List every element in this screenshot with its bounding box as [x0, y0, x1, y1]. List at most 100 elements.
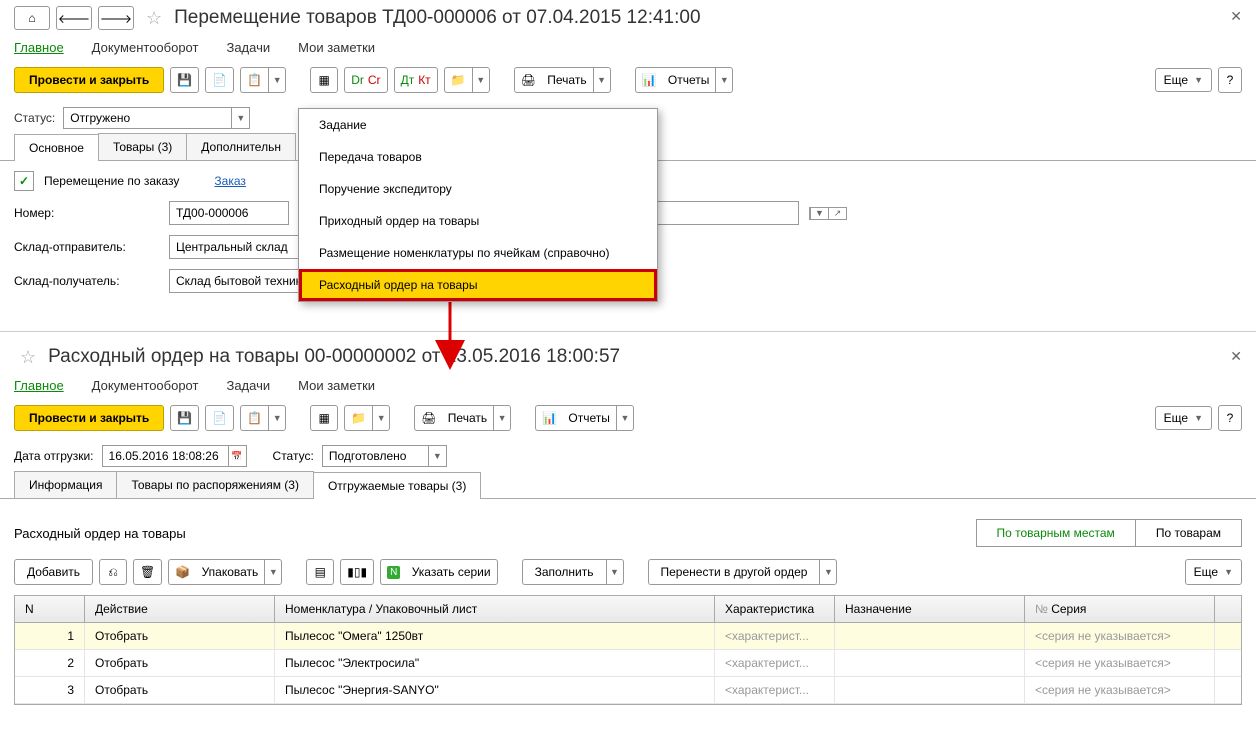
series-button[interactable]: N Указать серии: [380, 559, 497, 585]
favorite-icon[interactable]: ☆: [146, 8, 162, 29]
barcode-button[interactable]: ▮▯▮: [340, 559, 374, 585]
order-link[interactable]: Заказ: [214, 174, 245, 188]
doc-tab-info[interactable]: Информация: [14, 471, 117, 498]
tab-notes[interactable]: Мои заметки: [298, 40, 375, 55]
by-order-checkbox[interactable]: ✓: [14, 171, 34, 191]
save-button-2[interactable]: 💾: [170, 405, 199, 431]
reports-dropdown-2[interactable]: ▼: [616, 405, 634, 431]
files-dropdown-2[interactable]: ▼: [372, 405, 390, 431]
reports-button-2[interactable]: 📊 Отчеты: [535, 405, 616, 431]
tab-tasks[interactable]: Задачи: [226, 40, 270, 55]
more-button[interactable]: Еще▼: [1155, 68, 1212, 92]
menu-item-receipt-order[interactable]: Приходный ордер на товары: [299, 205, 657, 237]
list-button[interactable]: ▤: [306, 559, 334, 585]
trash-icon: 🗑: [140, 565, 155, 579]
doc-tab-extra[interactable]: Дополнительн: [186, 133, 296, 160]
barcode-icon: ▮▯▮: [347, 565, 367, 579]
tab-main-2[interactable]: Главное: [14, 378, 64, 393]
col-characteristic[interactable]: Характеристика: [715, 596, 835, 622]
save-button[interactable]: 💾: [170, 67, 199, 93]
table-row[interactable]: 2 Отобрать Пылесос "Электросила" <характ…: [15, 650, 1241, 677]
drcr-button[interactable]: DrCr: [344, 67, 387, 93]
ship-date-input[interactable]: 📅: [102, 445, 247, 467]
menu-item-task[interactable]: Задание: [299, 109, 657, 141]
home-button[interactable]: ⌂: [14, 6, 50, 30]
col-series[interactable]: № Серия: [1025, 596, 1215, 622]
chart-icon: 📊: [542, 411, 557, 425]
doc-tab-main[interactable]: Основное: [14, 134, 99, 161]
chevron-down-icon[interactable]: ▼: [428, 446, 446, 466]
post-button-2[interactable]: 📄: [205, 405, 234, 431]
print-button[interactable]: 🖨 Печать: [514, 67, 593, 93]
add-button[interactable]: Добавить: [14, 559, 93, 585]
save-close-button[interactable]: Провести и закрыть: [14, 67, 164, 93]
files-button[interactable]: 📁: [444, 67, 472, 93]
save-close-button-2[interactable]: Провести и закрыть: [14, 405, 164, 431]
back-button[interactable]: 🡐: [56, 6, 92, 30]
number-input[interactable]: [169, 201, 289, 225]
tab-docflow-2[interactable]: Документооборот: [92, 378, 199, 393]
files-dropdown[interactable]: ▼: [472, 67, 490, 93]
move-dropdown[interactable]: ▼: [819, 559, 837, 585]
post-button[interactable]: 📄: [205, 67, 234, 93]
help-button-2[interactable]: ?: [1218, 405, 1242, 431]
move-button[interactable]: Перенести в другой ордер: [648, 559, 820, 585]
box-icon: 📦: [175, 565, 190, 579]
table-row[interactable]: 1 Отобрать Пылесос "Омега" 1250вт <харак…: [15, 623, 1241, 650]
print-icon: 🖨: [421, 411, 436, 425]
pack-dropdown[interactable]: ▼: [264, 559, 282, 585]
col-nomenclature[interactable]: Номенклатура / Упаковочный лист: [275, 596, 715, 622]
more-button-2[interactable]: Еще▼: [1155, 406, 1212, 430]
menu-item-issue-order[interactable]: Расходный ордер на товары: [299, 269, 657, 301]
print-button-2[interactable]: 🖨 Печать: [414, 405, 493, 431]
menu-item-placement[interactable]: Размещение номенклатуры по ячейкам (спра…: [299, 237, 657, 269]
close-icon[interactable]: ✕: [1230, 348, 1242, 365]
post-icon: 📄: [212, 73, 227, 87]
chevron-down-icon[interactable]: ▼: [231, 108, 249, 128]
seg-by-places[interactable]: По товарным местам: [976, 519, 1136, 547]
favorite-icon[interactable]: ☆: [20, 347, 36, 368]
reports-dropdown[interactable]: ▼: [715, 67, 733, 93]
menu-item-expeditor[interactable]: Поручение экспедитору: [299, 173, 657, 205]
files-button-2[interactable]: 📁: [344, 405, 372, 431]
print-dropdown[interactable]: ▼: [593, 67, 611, 93]
page-title-2: Расходный ордер на товары 00-00000002 от…: [48, 346, 620, 368]
fill-button[interactable]: Заполнить: [522, 559, 606, 585]
doc-tab-goods[interactable]: Товары (3): [98, 133, 187, 160]
doc-tab-shipped[interactable]: Отгружаемые товары (3): [313, 472, 481, 499]
pack-button[interactable]: 📦 Упаковать: [168, 559, 264, 585]
create-based-dropdown-2[interactable]: ▼: [268, 405, 286, 431]
tab-main[interactable]: Главное: [14, 40, 64, 55]
chevron-down-icon[interactable]: ▼: [810, 208, 828, 219]
create-based-button-2[interactable]: 📋: [240, 405, 268, 431]
forward-button[interactable]: 🡒: [98, 6, 134, 30]
open-icon[interactable]: ↗: [828, 208, 846, 219]
tab-tasks-2[interactable]: Задачи: [226, 378, 270, 393]
reports-button[interactable]: 📊 Отчеты: [635, 67, 716, 93]
create-based-button[interactable]: 📋: [240, 67, 268, 93]
structure-button-2[interactable]: ▦: [310, 405, 338, 431]
close-icon[interactable]: ✕: [1230, 8, 1242, 25]
status-select[interactable]: ▼: [63, 107, 250, 129]
copy-button[interactable]: ⎌: [99, 559, 127, 585]
folder-icon: 📁: [351, 411, 366, 425]
tab-notes-2[interactable]: Мои заметки: [298, 378, 375, 393]
status-select-2[interactable]: ▼: [322, 445, 447, 467]
col-n[interactable]: N: [15, 596, 85, 622]
table-more-button[interactable]: Еще▼: [1185, 559, 1242, 585]
col-action[interactable]: Действие: [85, 596, 275, 622]
print-dropdown-2[interactable]: ▼: [493, 405, 511, 431]
calendar-icon[interactable]: 📅: [228, 446, 246, 466]
col-assignment[interactable]: Назначение: [835, 596, 1025, 622]
dtkt-button[interactable]: ДтКт: [394, 67, 438, 93]
table-row[interactable]: 3 Отобрать Пылесос "Энергия-SANYO" <хара…: [15, 677, 1241, 704]
structure-button[interactable]: ▦: [310, 67, 338, 93]
fill-dropdown[interactable]: ▼: [606, 559, 624, 585]
doc-tab-by-orders[interactable]: Товары по распоряжениям (3): [116, 471, 313, 498]
menu-item-transfer[interactable]: Передача товаров: [299, 141, 657, 173]
delete-button[interactable]: 🗑: [133, 559, 162, 585]
help-button[interactable]: ?: [1218, 67, 1242, 93]
create-based-dropdown[interactable]: ▼: [268, 67, 286, 93]
seg-by-goods[interactable]: По товарам: [1135, 519, 1242, 547]
tab-docflow[interactable]: Документооборот: [92, 40, 199, 55]
